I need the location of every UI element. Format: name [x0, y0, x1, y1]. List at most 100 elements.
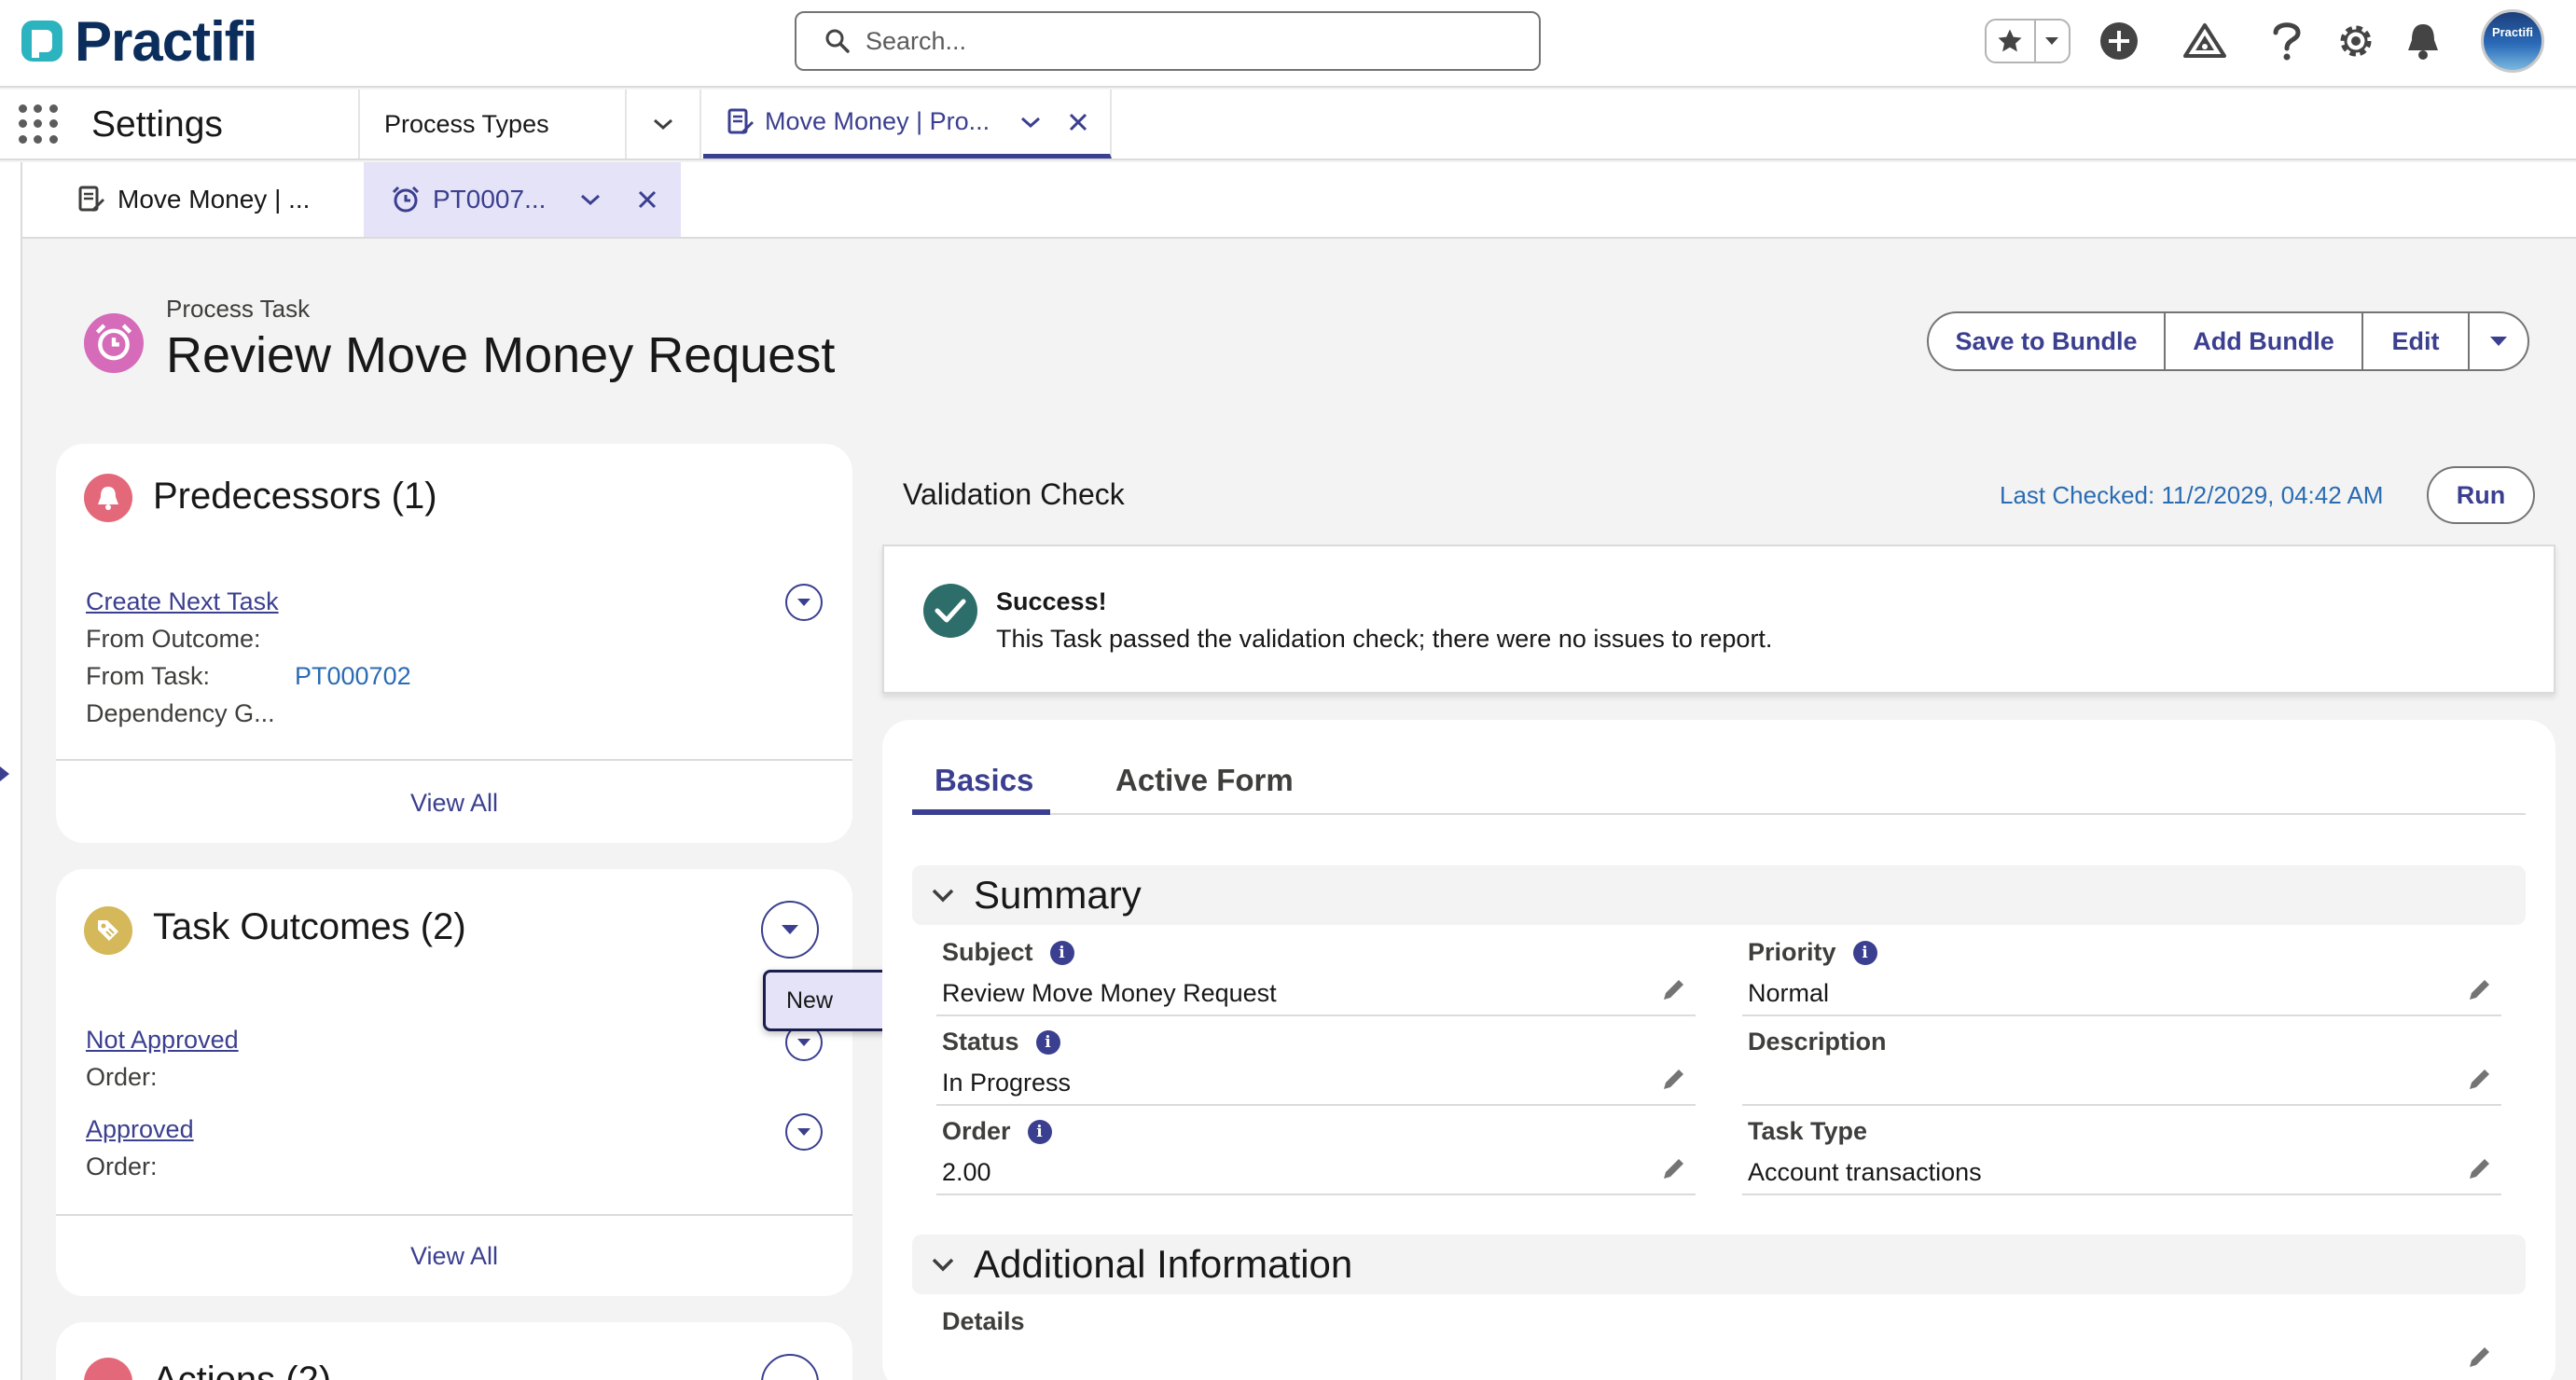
- edit-pencil-icon[interactable]: [2466, 1065, 2494, 1093]
- chevron-down-icon[interactable]: [579, 192, 602, 207]
- global-header: Practifi Search... Practifi: [0, 0, 2576, 88]
- record-title: Review Move Money Request: [166, 327, 836, 383]
- predecessors-view-all-link[interactable]: View All: [56, 789, 852, 818]
- predecessors-icon: [84, 474, 132, 522]
- outcome-link-not-approved[interactable]: Not Approved: [86, 1026, 239, 1055]
- utility-left-rail: [0, 162, 22, 1380]
- outcome-tags-icon: [98, 920, 118, 941]
- record-object-label: Process Task: [166, 295, 311, 323]
- favorites-menu-button[interactable]: [2036, 21, 2069, 62]
- trailhead-button[interactable]: [2181, 17, 2229, 65]
- notifications-button[interactable]: [2399, 17, 2447, 65]
- outcome-link-approved[interactable]: Approved: [86, 1115, 194, 1144]
- additional-info-section-title: Additional Information: [974, 1242, 1353, 1286]
- expand-arrow-icon[interactable]: [0, 765, 11, 783]
- practifi-logo[interactable]: Practifi: [19, 10, 257, 73]
- chevron-down-icon: [782, 925, 798, 934]
- add-bundle-button[interactable]: Add Bundle: [2166, 313, 2363, 369]
- info-icon[interactable]: i: [1049, 940, 1074, 965]
- global-actions-button[interactable]: [2095, 17, 2143, 65]
- info-icon[interactable]: i: [1035, 1029, 1060, 1055]
- edit-pencil-icon[interactable]: [2466, 1154, 2494, 1182]
- outcome-row-menu-button[interactable]: [785, 1113, 823, 1151]
- success-check-icon: [923, 584, 977, 638]
- order-value: 2.00: [942, 1158, 991, 1186]
- subtab-label: Move Money | ...: [118, 185, 311, 214]
- description-label: Description: [1748, 1028, 1887, 1056]
- more-actions-button[interactable]: [2470, 313, 2528, 369]
- validation-success-panel: Success! This Task passed the validation…: [882, 545, 2555, 694]
- edit-pencil-icon[interactable]: [2466, 975, 2494, 1003]
- process-doc-icon: [727, 108, 754, 134]
- task-type-value: Account transactions: [1748, 1158, 1982, 1186]
- field-label: Order: [942, 1117, 1011, 1145]
- global-search-input[interactable]: Search...: [795, 11, 1541, 71]
- from-outcome-label: From Outcome:: [86, 625, 261, 653]
- chevron-down-icon: [2490, 337, 2507, 346]
- tab-active-form[interactable]: Active Form: [1115, 763, 1294, 798]
- nav-tab-move-money[interactable]: Move Money | Pro...: [703, 90, 1112, 159]
- field-label: Details: [942, 1307, 1025, 1335]
- subtab-process-task[interactable]: PT0007...: [364, 162, 681, 237]
- details-label: Details: [942, 1307, 1025, 1336]
- favorites-star-icon: [1998, 29, 2022, 52]
- edit-button[interactable]: Edit: [2363, 313, 2470, 369]
- nav-item-process-types[interactable]: Process Types: [358, 90, 627, 159]
- field-underline: [1742, 1104, 2501, 1106]
- predecessor-row-menu-button[interactable]: [785, 584, 823, 621]
- user-avatar[interactable]: Practifi: [2481, 9, 2544, 73]
- validation-check-title: Validation Check: [903, 477, 1125, 511]
- subtab-label: PT0007...: [433, 185, 547, 214]
- field-label: Description: [1748, 1028, 1887, 1056]
- edit-pencil-icon[interactable]: [1660, 1154, 1688, 1182]
- field-label: Priority: [1748, 938, 1836, 966]
- task-outcomes-menu-button[interactable]: [761, 901, 819, 959]
- checkmark-icon: [935, 599, 966, 623]
- record-actions: Save to Bundle Add Bundle Edit: [1927, 311, 2529, 371]
- favorites-group: [1985, 19, 2070, 63]
- predecessor-link[interactable]: Create Next Task: [86, 587, 279, 616]
- outcome-order-label: Order:: [86, 1063, 158, 1091]
- setup-button[interactable]: [2332, 17, 2380, 65]
- chevron-down-icon[interactable]: [1019, 115, 1042, 130]
- predecessors-card: Predecessors (1) Create Next Task From O…: [56, 444, 852, 843]
- favorites-button[interactable]: [1987, 21, 2036, 62]
- active-tab-indicator: [912, 809, 1050, 815]
- actions-menu-button[interactable]: [761, 1354, 819, 1380]
- success-message: This Task passed the validation check; t…: [996, 625, 1773, 653]
- save-to-bundle-button[interactable]: Save to Bundle: [1929, 313, 2166, 369]
- edit-pencil-icon[interactable]: [2466, 1343, 2494, 1371]
- field-underline: [936, 1014, 1696, 1016]
- help-button[interactable]: [2263, 17, 2311, 65]
- run-validation-button[interactable]: Run: [2427, 466, 2535, 524]
- notification-bell-icon: [2408, 24, 2438, 60]
- info-icon[interactable]: i: [1852, 940, 1877, 965]
- subject-value: Review Move Money Request: [942, 979, 1277, 1007]
- tab-basics[interactable]: Basics: [935, 763, 1033, 798]
- divider: [56, 759, 852, 761]
- nav-item-menu-button[interactable]: [627, 90, 701, 159]
- logo-text: Practifi: [75, 9, 257, 73]
- subtab-move-money[interactable]: Move Money | ...: [54, 162, 362, 237]
- edit-pencil-icon[interactable]: [1660, 975, 1688, 1003]
- from-task-link[interactable]: PT000702: [295, 662, 411, 691]
- order-label: Order i: [942, 1117, 1052, 1146]
- subject-label: Subject i: [942, 938, 1074, 967]
- search-placeholder: Search...: [866, 26, 967, 55]
- trailhead-icon: [2183, 23, 2226, 58]
- close-icon[interactable]: [637, 189, 658, 210]
- summary-section-header[interactable]: Summary: [912, 865, 2526, 925]
- help-icon: [2273, 22, 2301, 61]
- task-outcomes-view-all-link[interactable]: View All: [56, 1242, 852, 1271]
- close-icon[interactable]: [1068, 112, 1088, 132]
- additional-info-section-header[interactable]: Additional Information: [912, 1235, 2526, 1294]
- field-label: Status: [942, 1028, 1019, 1056]
- actions-card: Actions (2): [56, 1322, 852, 1380]
- chevron-down-icon: [797, 599, 810, 606]
- avatar-text: Practifi: [2491, 25, 2534, 39]
- info-icon[interactable]: i: [1027, 1119, 1052, 1144]
- status-value: In Progress: [942, 1069, 1072, 1097]
- app-launcher-icon[interactable]: [19, 104, 60, 145]
- edit-pencil-icon[interactable]: [1660, 1065, 1688, 1093]
- priority-value: Normal: [1748, 979, 1830, 1007]
